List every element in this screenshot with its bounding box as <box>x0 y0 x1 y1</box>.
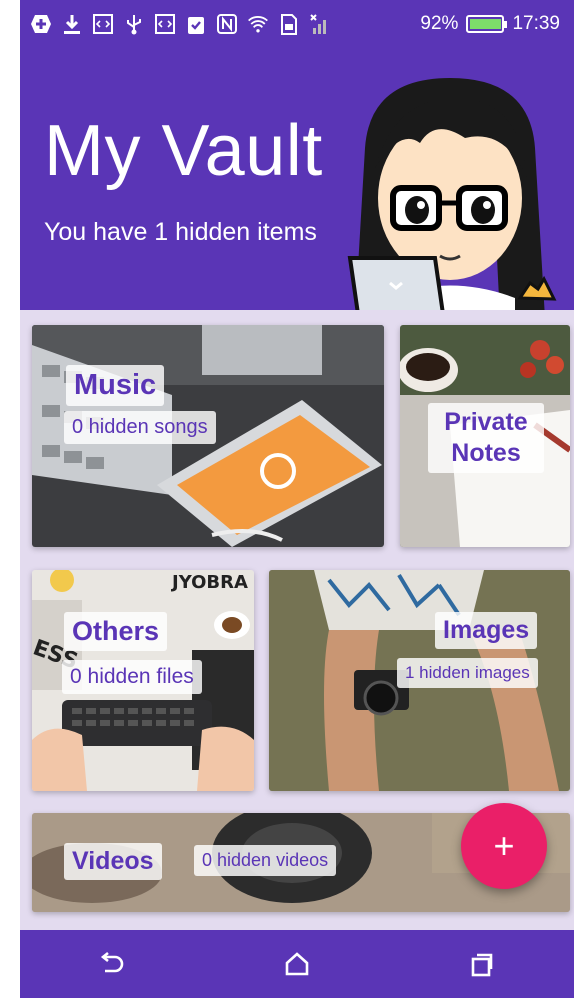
vault-header: My Vault You have 1 hidden items <box>20 48 574 310</box>
download-icon <box>61 13 83 35</box>
back-icon <box>101 951 124 973</box>
others-count: 0 hidden files <box>62 660 202 694</box>
clipboard-check-icon <box>185 13 207 35</box>
sim-icon <box>278 13 300 35</box>
others-label: Others <box>64 612 168 651</box>
private-notes-label: Private Notes <box>428 403 544 473</box>
videos-count: 0 hidden videos <box>194 845 337 876</box>
videos-label: Videos <box>64 843 162 880</box>
music-tile[interactable]: Music 0 hidden songs <box>32 325 384 547</box>
music-count: 0 hidden songs <box>64 411 216 444</box>
images-tile[interactable]: Images 1 hidden images <box>269 570 570 791</box>
private-notes-tile[interactable]: Private Notes <box>400 325 570 547</box>
mascot-illustration <box>347 78 557 310</box>
clock: 17:39 <box>512 13 560 34</box>
no-signal-icon <box>309 13 331 35</box>
home-button[interactable] <box>267 934 327 994</box>
system-nav-bar <box>20 930 574 998</box>
others-tile[interactable]: ESS JYOBRA Others 0 hidden files <box>32 570 254 791</box>
svg-text:JYOBRA: JYOBRA <box>170 572 248 593</box>
home-icon <box>285 952 309 976</box>
battery-percent: 92% <box>420 13 459 34</box>
status-bar: 92% 17:39 <box>20 0 574 48</box>
images-count: 1 hidden images <box>397 658 538 688</box>
code-icon <box>154 13 176 35</box>
page-title: My Vault <box>44 111 323 191</box>
hidden-items-summary: You have 1 hidden items <box>44 218 317 246</box>
music-label: Music <box>66 365 165 406</box>
plus-badge-icon <box>30 13 52 35</box>
wifi-icon <box>247 13 269 35</box>
phone-screen: 92% 17:39 My Vault You have 1 hidden ite… <box>20 0 574 998</box>
battery-charging-icon <box>466 15 508 33</box>
recents-icon <box>471 953 492 977</box>
images-label: Images <box>435 612 538 649</box>
nfc-icon <box>216 13 238 35</box>
recents-button[interactable] <box>452 934 512 994</box>
add-item-fab[interactable]: + <box>461 803 547 889</box>
code-icon <box>92 13 114 35</box>
back-button[interactable] <box>82 934 142 994</box>
plus-icon: + <box>493 825 515 866</box>
usb-icon <box>123 13 145 35</box>
